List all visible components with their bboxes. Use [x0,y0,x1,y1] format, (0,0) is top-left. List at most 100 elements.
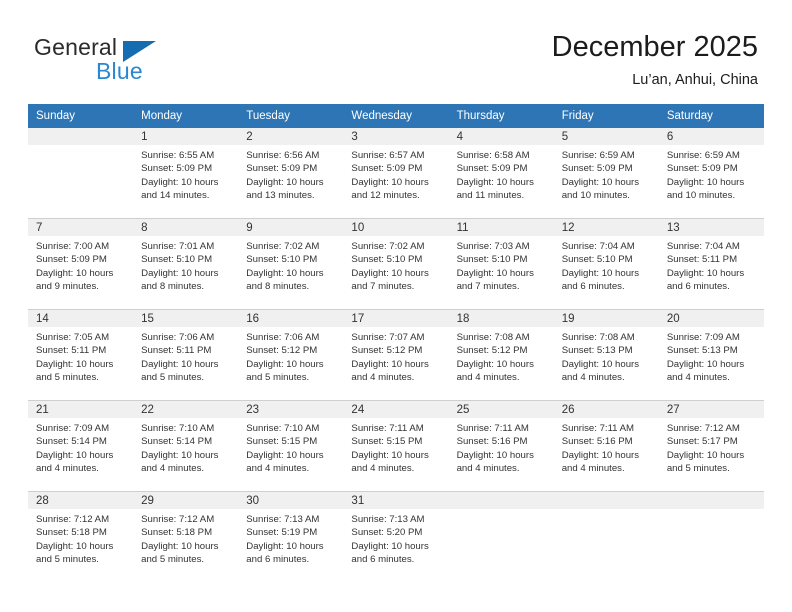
day-details: Sunrise: 7:04 AM Sunset: 5:11 PM Daylight:… [659,236,764,293]
day-detail-sunrise: Sunrise: 7:08 AM [561,332,635,343]
day-number: 17 [343,310,449,327]
calendar-day-cell[interactable]: 28 Sunrise: 7:12 AM Sunset: 5:18 PM Dayligh… [28,491,134,582]
day-detail-daylight2: and 4 minutes. [141,462,205,474]
calendar-day-cell[interactable]: 10 Sunrise: 7:02 AM Sunset: 5:10 PM Dayligh… [343,218,449,310]
day-details: Sunrise: 7:02 AM Sunset: 5:10 PM Daylight:… [343,236,448,293]
calendar-day-cell[interactable]: 4 Sunrise: 6:58 AM Sunset: 5:09 PM Daylight… [448,128,554,219]
day-detail-daylight2: and 4 minutes. [36,462,99,474]
calendar-week-row: 7 Sunrise: 7:00 AM Sunset: 5:09 PM Daylight… [28,218,764,310]
day-detail-daylight1: Daylight: 10 hours [36,358,114,370]
calendar-day-cell[interactable]: 1 Sunrise: 6:55 AM Sunset: 5:09 PM Daylight… [133,128,239,219]
day-details: Sunrise: 7:05 AM Sunset: 5:11 PM Daylight:… [28,327,133,384]
day-detail-sunset: Sunset: 5:12 PM [246,345,318,357]
general-blue-logo[interactable]: General Blue [34,34,204,86]
day-detail-sunrise: Sunrise: 6:55 AM [141,150,215,161]
day-details [659,509,764,513]
day-details: Sunrise: 7:00 AM Sunset: 5:09 PM Daylight:… [28,236,133,293]
calendar-day-cell[interactable]: 26 Sunrise: 7:11 AM Sunset: 5:16 PM Dayligh… [553,400,659,492]
calendar-day-cell[interactable]: 14 Sunrise: 7:05 AM Sunset: 5:11 PM Dayligh… [28,309,134,401]
calendar-day-cell[interactable]: 18 Sunrise: 7:08 AM Sunset: 5:12 PM Dayligh… [448,309,554,401]
day-detail-daylight2: and 8 minutes. [141,280,205,292]
logo-text-general: General [34,34,118,60]
calendar-day-cell[interactable]: 17 Sunrise: 7:07 AM Sunset: 5:12 PM Dayligh… [343,309,449,401]
page-title: December 2025 [551,31,758,63]
day-detail-sunset: Sunset: 5:13 PM [561,345,633,357]
day-detail-daylight2: and 6 minutes. [561,280,625,292]
calendar-day-cell[interactable]: 7 Sunrise: 7:00 AM Sunset: 5:09 PM Daylight… [28,218,134,310]
day-detail-sunset: Sunset: 5:20 PM [351,527,423,539]
day-detail-daylight2: and 5 minutes. [141,371,205,383]
day-detail-daylight2: and 4 minutes. [246,462,310,474]
calendar-day-cell[interactable]: 19 Sunrise: 7:08 AM Sunset: 5:13 PM Dayligh… [553,309,659,401]
calendar-day-cell[interactable]: 30 Sunrise: 7:13 AM Sunset: 5:19 PM Dayligh… [238,491,344,582]
calendar-day-cell[interactable]: 6 Sunrise: 6:59 AM Sunset: 5:09 PM Daylight… [658,128,764,219]
day-detail-daylight1: Daylight: 10 hours [36,540,114,552]
day-detail-sunset: Sunset: 5:09 PM [141,163,213,175]
day-cell-inner: 3 Sunrise: 6:57 AM Sunset: 5:09 PM Daylight… [343,128,449,218]
calendar-day-cell[interactable]: 12 Sunrise: 7:04 AM Sunset: 5:10 PM Dayligh… [553,218,659,310]
day-detail-sunset: Sunset: 5:18 PM [36,527,107,539]
calendar-day-cell[interactable]: 31 Sunrise: 7:13 AM Sunset: 5:20 PM Dayligh… [343,491,449,582]
day-number: 31 [343,492,449,509]
day-detail-daylight1: Daylight: 10 hours [141,176,219,188]
day-number [553,492,659,509]
calendar-day-cell[interactable]: 20 Sunrise: 7:09 AM Sunset: 5:13 PM Dayligh… [658,309,764,401]
day-details: Sunrise: 6:58 AM Sunset: 5:09 PM Daylight:… [449,145,554,202]
day-cell-inner: 21 Sunrise: 7:09 AM Sunset: 5:14 PM Dayligh… [28,401,134,491]
calendar-day-cell[interactable]: 25 Sunrise: 7:11 AM Sunset: 5:16 PM Dayligh… [448,400,554,492]
day-cell-inner: 5 Sunrise: 6:59 AM Sunset: 5:09 PM Daylight… [553,128,659,218]
day-detail-sunrise: Sunrise: 7:00 AM [36,241,110,252]
calendar-day-cell[interactable]: 23 Sunrise: 7:10 AM Sunset: 5:15 PM Dayligh… [238,400,344,492]
day-detail-daylight1: Daylight: 10 hours [456,176,534,188]
calendar-day-cell[interactable]: 29 Sunrise: 7:12 AM Sunset: 5:18 PM Dayligh… [133,491,239,582]
day-details: Sunrise: 6:59 AM Sunset: 5:09 PM Daylight:… [554,145,659,202]
day-number: 8 [133,219,239,236]
day-detail-daylight1: Daylight: 10 hours [561,176,640,188]
day-detail-daylight2: and 5 minutes. [36,553,99,565]
calendar-day-cell[interactable]: 5 Sunrise: 6:59 AM Sunset: 5:09 PM Daylight… [553,128,659,219]
day-detail-sunrise: Sunrise: 7:09 AM [36,423,110,434]
day-detail-sunset: Sunset: 5:12 PM [351,345,423,357]
weekday-header-sunday: Sunday [28,104,134,128]
day-detail-sunrise: Sunrise: 7:02 AM [246,241,320,252]
calendar-day-cell[interactable]: 15 Sunrise: 7:06 AM Sunset: 5:11 PM Dayligh… [133,309,239,401]
day-detail-daylight2: and 7 minutes. [351,280,415,292]
day-details: Sunrise: 6:59 AM Sunset: 5:09 PM Daylight:… [659,145,764,202]
day-detail-daylight2: and 4 minutes. [666,371,730,383]
day-detail-sunrise: Sunrise: 7:07 AM [351,332,425,343]
day-detail-sunrise: Sunrise: 7:04 AM [561,241,635,252]
day-details: Sunrise: 7:08 AM Sunset: 5:12 PM Daylight:… [449,327,554,384]
calendar-day-cell[interactable]: 24 Sunrise: 7:11 AM Sunset: 5:15 PM Dayligh… [343,400,449,492]
calendar-day-cell[interactable]: 16 Sunrise: 7:06 AM Sunset: 5:12 PM Dayligh… [238,309,344,401]
day-details: Sunrise: 7:13 AM Sunset: 5:20 PM Daylight:… [343,509,448,566]
day-number: 7 [28,219,134,236]
calendar-day-cell[interactable]: 11 Sunrise: 7:03 AM Sunset: 5:10 PM Dayligh… [448,218,554,310]
day-detail-sunset: Sunset: 5:15 PM [246,436,318,448]
day-detail-sunset: Sunset: 5:10 PM [456,254,528,266]
calendar-day-cell[interactable]: 21 Sunrise: 7:09 AM Sunset: 5:14 PM Dayligh… [28,400,134,492]
day-cell-inner: 8 Sunrise: 7:01 AM Sunset: 5:10 PM Daylight… [133,219,239,309]
day-detail-sunset: Sunset: 5:10 PM [246,254,318,266]
day-number: 19 [553,310,659,327]
day-number: 24 [343,401,449,418]
calendar-day-cell[interactable]: 13 Sunrise: 7:04 AM Sunset: 5:11 PM Dayligh… [658,218,764,310]
calendar-day-cell[interactable]: 9 Sunrise: 7:02 AM Sunset: 5:10 PM Daylight… [238,218,344,310]
calendar-day-cell[interactable]: 27 Sunrise: 7:12 AM Sunset: 5:17 PM Dayligh… [658,400,764,492]
calendar-day-cell[interactable]: 8 Sunrise: 7:01 AM Sunset: 5:10 PM Daylight… [133,218,239,310]
day-details: Sunrise: 7:03 AM Sunset: 5:10 PM Daylight:… [449,236,554,293]
day-number: 26 [553,401,659,418]
calendar-day-cell[interactable]: 3 Sunrise: 6:57 AM Sunset: 5:09 PM Daylight… [343,128,449,219]
day-details: Sunrise: 7:13 AM Sunset: 5:19 PM Daylight:… [238,509,343,566]
weekday-header-wednesday: Wednesday [343,104,449,128]
day-number: 29 [133,492,239,509]
day-detail-daylight1: Daylight: 10 hours [456,267,534,279]
day-detail-sunrise: Sunrise: 6:59 AM [666,150,740,161]
day-detail-daylight2: and 10 minutes. [561,189,630,201]
logo-text-blue: Blue [96,58,143,84]
day-cell-inner: 22 Sunrise: 7:10 AM Sunset: 5:14 PM Dayligh… [133,401,239,491]
day-detail-sunset: Sunset: 5:16 PM [561,436,633,448]
calendar-day-cell[interactable]: 2 Sunrise: 6:56 AM Sunset: 5:09 PM Daylight… [238,128,344,219]
day-detail-sunset: Sunset: 5:11 PM [36,345,107,357]
calendar-day-cell[interactable]: 22 Sunrise: 7:10 AM Sunset: 5:14 PM Dayligh… [133,400,239,492]
day-number: 3 [343,128,449,145]
